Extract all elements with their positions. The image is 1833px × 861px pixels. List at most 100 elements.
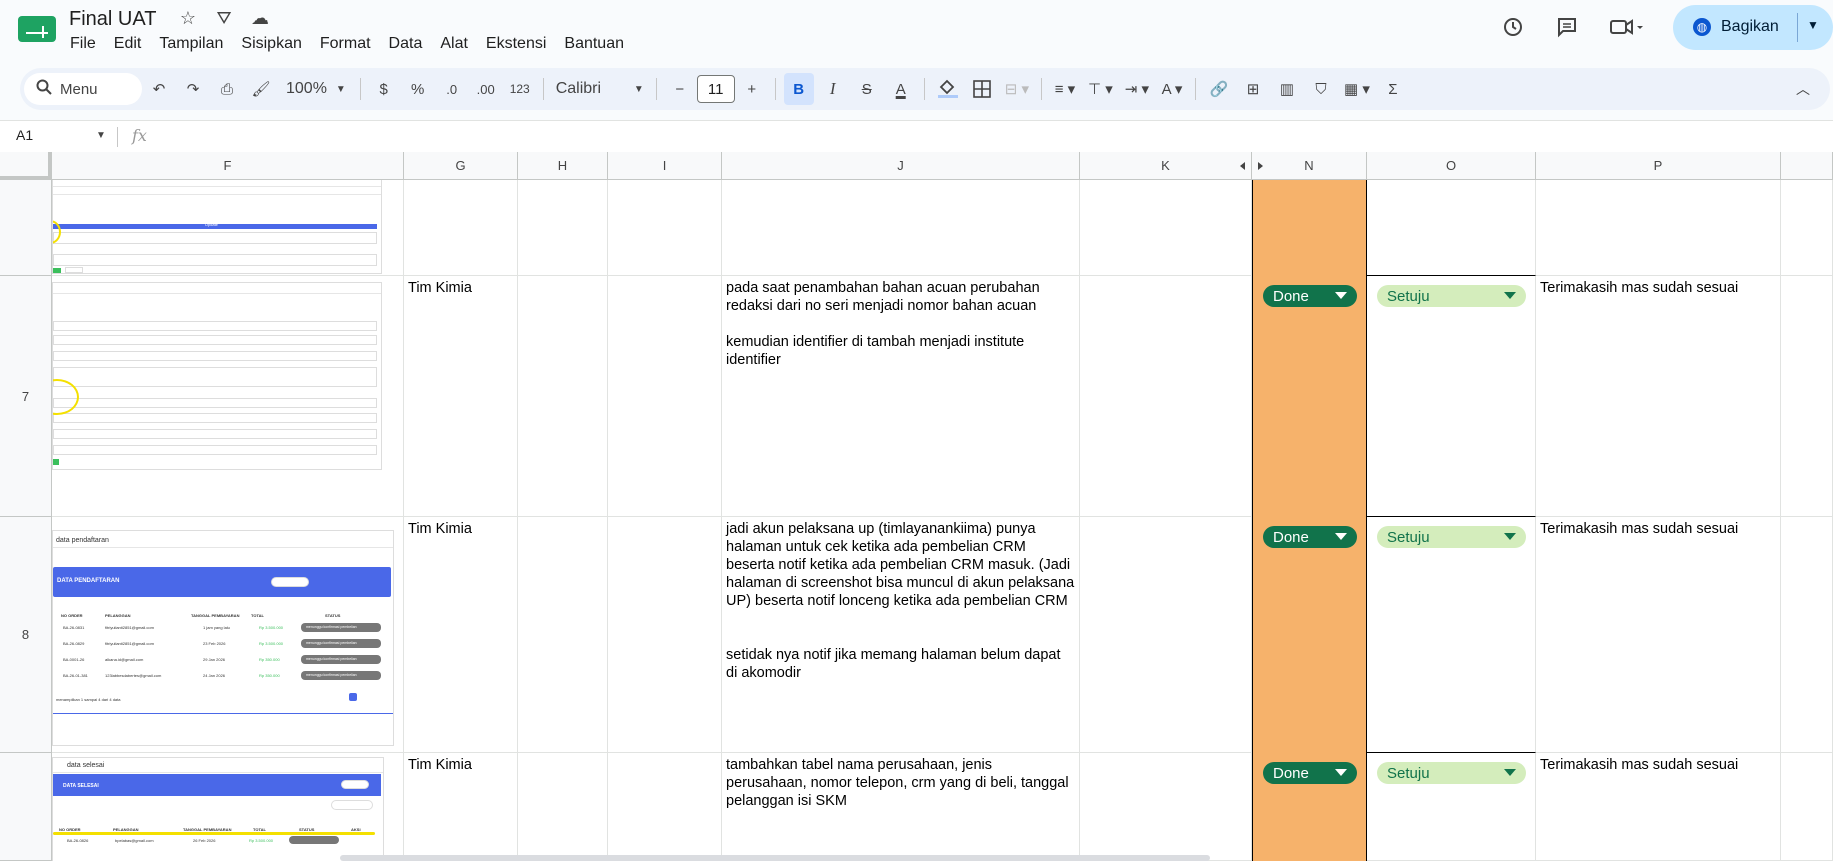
cell-k[interactable] xyxy=(1080,517,1252,753)
menu-search-box[interactable]: Menu xyxy=(24,73,142,105)
row-header-8[interactable]: 8 xyxy=(0,517,52,753)
font-select[interactable]: Calibri ▼ xyxy=(552,73,648,105)
menu-view[interactable]: Tampilan xyxy=(159,35,223,53)
number-format-button[interactable]: 123 xyxy=(505,73,535,105)
filter-icon[interactable]: ⛉ xyxy=(1306,73,1336,105)
cell-n[interactable] xyxy=(1252,276,1367,517)
version-history-icon[interactable] xyxy=(1499,13,1527,41)
column-header-o[interactable]: O xyxy=(1367,152,1536,180)
cell-q[interactable] xyxy=(1781,180,1833,276)
menu-format[interactable]: Format xyxy=(320,35,371,53)
row-header[interactable] xyxy=(0,180,52,276)
font-size-input[interactable]: 11 xyxy=(696,75,735,103)
percent-format-button[interactable]: % xyxy=(403,73,433,105)
italic-button[interactable]: I xyxy=(818,73,848,105)
star-icon[interactable]: ☆ xyxy=(176,8,200,29)
cell-q[interactable] xyxy=(1781,517,1833,753)
status-dropdown-chip[interactable]: Done xyxy=(1263,762,1357,784)
status-dropdown-chip[interactable]: Done xyxy=(1263,526,1357,548)
cell-p[interactable]: Terimakasih mas sudah sesuai xyxy=(1536,276,1781,517)
undo-icon[interactable]: ↶ xyxy=(144,73,174,105)
vertical-align-icon[interactable]: ⊤ ▾ xyxy=(1084,73,1117,105)
horizontal-scrollbar[interactable] xyxy=(340,855,1210,861)
cell-j[interactable] xyxy=(722,180,1080,276)
cell-p[interactable] xyxy=(1536,180,1781,276)
text-rotation-icon[interactable]: A ▾ xyxy=(1157,73,1187,105)
cell-n[interactable] xyxy=(1252,180,1367,276)
cell-j[interactable]: jadi akun pelaksana up (timlayanankiima)… xyxy=(722,517,1080,753)
redo-icon[interactable]: ↷ xyxy=(178,73,208,105)
hidden-columns-right-arrow-icon[interactable] xyxy=(1258,162,1263,170)
strikethrough-button[interactable]: S xyxy=(852,73,882,105)
cell-n[interactable] xyxy=(1252,517,1367,753)
cell-j[interactable]: pada saat penambahan bahan acuan perubah… xyxy=(722,276,1080,517)
row-header[interactable] xyxy=(0,753,52,861)
select-all-corner[interactable] xyxy=(0,152,52,180)
cell-g[interactable]: Tim Kimia xyxy=(404,517,518,753)
fill-color-icon[interactable] xyxy=(933,73,963,105)
document-title[interactable]: Final UAT xyxy=(69,8,156,31)
cell-i[interactable] xyxy=(608,276,722,517)
approval-dropdown-chip[interactable]: Setuju xyxy=(1377,762,1526,784)
filter-views-icon[interactable]: ▦ ▾ xyxy=(1340,73,1374,105)
increase-decimal-button[interactable]: .00 xyxy=(471,73,501,105)
comments-icon[interactable] xyxy=(1553,13,1581,41)
status-dropdown-chip[interactable]: Done xyxy=(1263,285,1357,307)
column-header-g[interactable]: G xyxy=(404,152,518,180)
cell-i[interactable] xyxy=(608,180,722,276)
bold-button[interactable]: B xyxy=(783,73,814,105)
cloud-status-icon[interactable]: ☁ xyxy=(248,8,272,29)
cell-h[interactable] xyxy=(518,276,608,517)
cell-o[interactable] xyxy=(1367,517,1536,753)
collapse-menus-icon[interactable]: ︿ xyxy=(1796,79,1810,99)
column-header-k[interactable]: K xyxy=(1080,152,1252,180)
hidden-columns-left-arrow-icon[interactable] xyxy=(1240,162,1245,170)
print-icon[interactable]: ⎙ xyxy=(212,73,242,105)
cell-k[interactable] xyxy=(1080,180,1252,276)
cell-o[interactable] xyxy=(1367,276,1536,517)
name-box[interactable]: A1 xyxy=(16,127,33,143)
cell-h[interactable] xyxy=(518,517,608,753)
cell-p[interactable]: Terimakasih mas sudah sesuai xyxy=(1536,517,1781,753)
row-header-7[interactable]: 7 xyxy=(0,276,52,517)
insert-link-icon[interactable]: 🔗 xyxy=(1204,73,1234,105)
cell-h[interactable] xyxy=(518,180,608,276)
column-header-n[interactable]: N xyxy=(1252,152,1367,180)
screenshot-image[interactable]: data selesai DATA SELESAI NO ORDER PELAN… xyxy=(52,757,384,861)
zoom-select[interactable]: 100% ▼ xyxy=(280,73,352,105)
column-header-next[interactable] xyxy=(1781,152,1833,180)
increase-font-size-button[interactable]: + xyxy=(737,73,767,105)
sheets-logo-icon[interactable] xyxy=(18,14,56,44)
cell-g[interactable]: Tim Kimia xyxy=(404,276,518,517)
borders-icon[interactable] xyxy=(967,73,997,105)
currency-format-button[interactable]: $ xyxy=(369,73,399,105)
cell-o[interactable] xyxy=(1367,180,1536,276)
insert-chart-icon[interactable]: ▥ xyxy=(1272,73,1302,105)
insert-comment-icon[interactable]: ⊞ xyxy=(1238,73,1268,105)
meet-icon[interactable] xyxy=(1607,13,1647,41)
functions-button[interactable]: Σ xyxy=(1378,73,1408,105)
merge-cells-icon[interactable]: ⊟ ▾ xyxy=(1001,73,1033,105)
chevron-down-icon[interactable]: ▼ xyxy=(96,130,106,141)
text-wrapping-icon[interactable]: ⇥ ▾ xyxy=(1121,73,1153,105)
cell-q[interactable] xyxy=(1781,753,1833,861)
menu-tools[interactable]: Alat xyxy=(440,35,468,53)
cell-i[interactable] xyxy=(608,753,722,861)
cell-k[interactable] xyxy=(1080,753,1252,861)
column-header-h[interactable]: H xyxy=(518,152,608,180)
cell-q[interactable] xyxy=(1781,276,1833,517)
screenshot-image[interactable]: data pendaftaran DATA PENDAFTARAN NO ORD… xyxy=(52,530,394,746)
move-to-drive-icon[interactable]: ⛛ xyxy=(212,8,236,29)
column-header-i[interactable]: I xyxy=(608,152,722,180)
share-button[interactable]: ◍ Bagikan ▼ xyxy=(1673,4,1833,50)
menu-help[interactable]: Bantuan xyxy=(564,35,624,53)
chevron-down-icon[interactable]: ▼ xyxy=(1807,18,1819,32)
text-color-button[interactable]: A xyxy=(886,73,916,105)
menu-insert[interactable]: Sisipkan xyxy=(241,35,301,53)
cell-k[interactable] xyxy=(1080,276,1252,517)
cell-i[interactable] xyxy=(608,517,722,753)
paint-format-icon[interactable]: 🖌 xyxy=(246,73,276,105)
column-header-j[interactable]: J xyxy=(722,152,1080,180)
menu-file[interactable]: File xyxy=(70,35,96,53)
cell-g[interactable]: Tim Kimia xyxy=(404,753,518,861)
